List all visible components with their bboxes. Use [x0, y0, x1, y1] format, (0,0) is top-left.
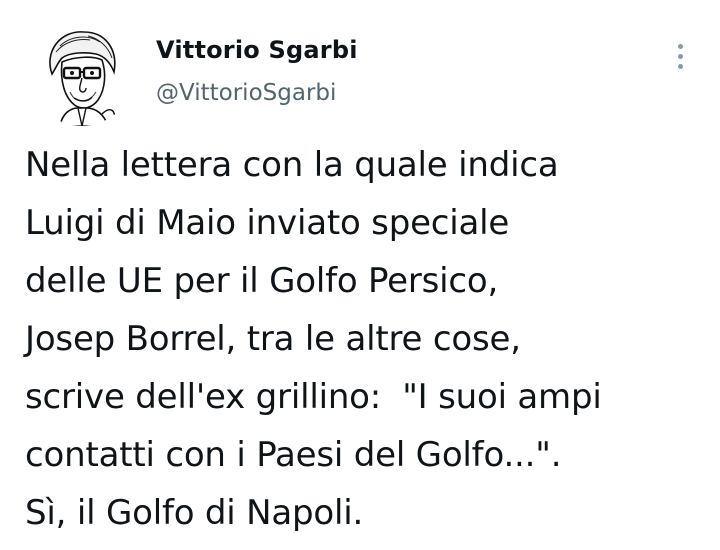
tweet-text: Nella lettera con la quale indica Luigi …	[25, 136, 715, 542]
more-options-icon	[677, 53, 683, 59]
tweet-text-line: scrive dell'ex grillino: "I suoi ampi	[25, 377, 602, 417]
more-options-button[interactable]	[662, 38, 698, 74]
tweet-text-line: Josep Borrel, tra le altre cose,	[25, 319, 521, 359]
tweet-text-line: contatti con i Paesi del Golfo...".	[25, 435, 562, 475]
tweet-text-line: Nella lettera con la quale indica	[25, 145, 559, 185]
author-display-name[interactable]: Vittorio Sgarbi	[156, 34, 358, 66]
author-block[interactable]: Vittorio Sgarbi @VittorioSgarbi	[156, 34, 358, 109]
tweet-text-line: delle UE per il Golfo Persico,	[25, 261, 499, 301]
author-handle[interactable]: @VittorioSgarbi	[156, 77, 358, 109]
more-options-icon	[677, 43, 683, 49]
tweet-text-line: Luigi di Maio inviato speciale	[25, 203, 510, 243]
tweet-text-line: Sì, il Golfo di Napoli.	[25, 493, 364, 533]
tweet-card: Vittorio Sgarbi @VittorioSgarbi Nella le…	[0, 0, 720, 550]
caricature-portrait-icon	[30, 22, 134, 126]
more-options-icon	[677, 63, 683, 69]
avatar[interactable]	[30, 22, 134, 126]
